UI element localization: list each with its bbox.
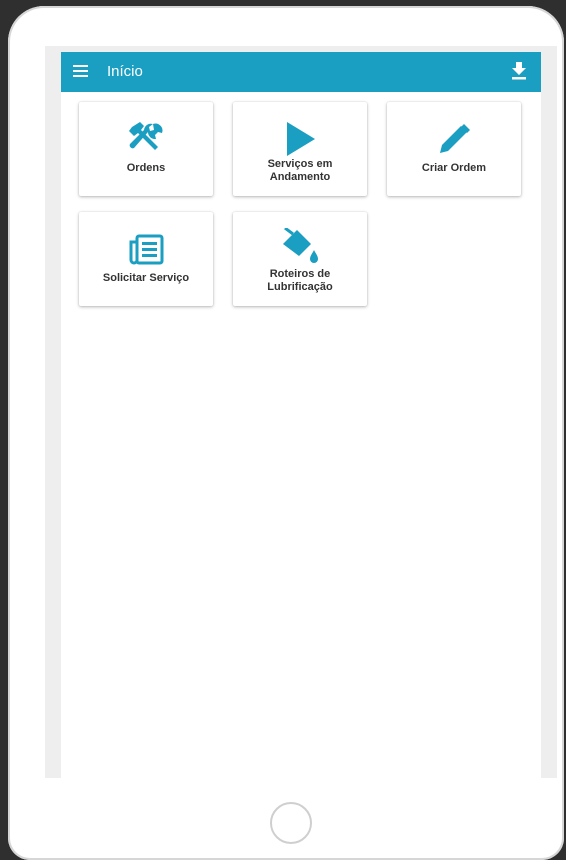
tile-servicos-em-andamento[interactable]: Serviços em Andamento: [233, 102, 367, 196]
tile-solicitar-servico[interactable]: Solicitar Serviço: [79, 212, 213, 306]
tools-icon: [79, 122, 213, 156]
main-content: Ordens Serviços em Andamento Criar Ordem…: [61, 92, 541, 778]
paint-bucket-icon: [233, 228, 367, 263]
tile-label: Serviços em Andamento: [267, 158, 333, 183]
pencil-icon: [387, 122, 521, 156]
hamburger-menu-icon[interactable]: [73, 65, 88, 78]
page-title: Início: [107, 63, 143, 80]
tile-roteiros-de-lubrificacao[interactable]: Roteiros de Lubrificação: [233, 212, 367, 306]
app-screen: Início Ordens Serviços em Andamento Cria…: [45, 46, 557, 778]
tile-label: Solicitar Serviço: [102, 272, 190, 284]
tile-label: Ordens: [126, 162, 166, 174]
tablet-frame: Início Ordens Serviços em Andamento Cria…: [8, 6, 564, 860]
tile-label: Criar Ordem: [421, 162, 487, 174]
tile-label: Roteiros de Lubrificação: [267, 268, 333, 293]
play-icon: [233, 122, 367, 156]
app-bar: Início: [61, 52, 541, 92]
home-button[interactable]: [270, 802, 312, 844]
tile-criar-ordem[interactable]: Criar Ordem: [387, 102, 521, 196]
tile-ordens[interactable]: Ordens: [79, 102, 213, 196]
newspaper-icon: [79, 234, 213, 268]
download-icon[interactable]: [511, 61, 527, 81]
